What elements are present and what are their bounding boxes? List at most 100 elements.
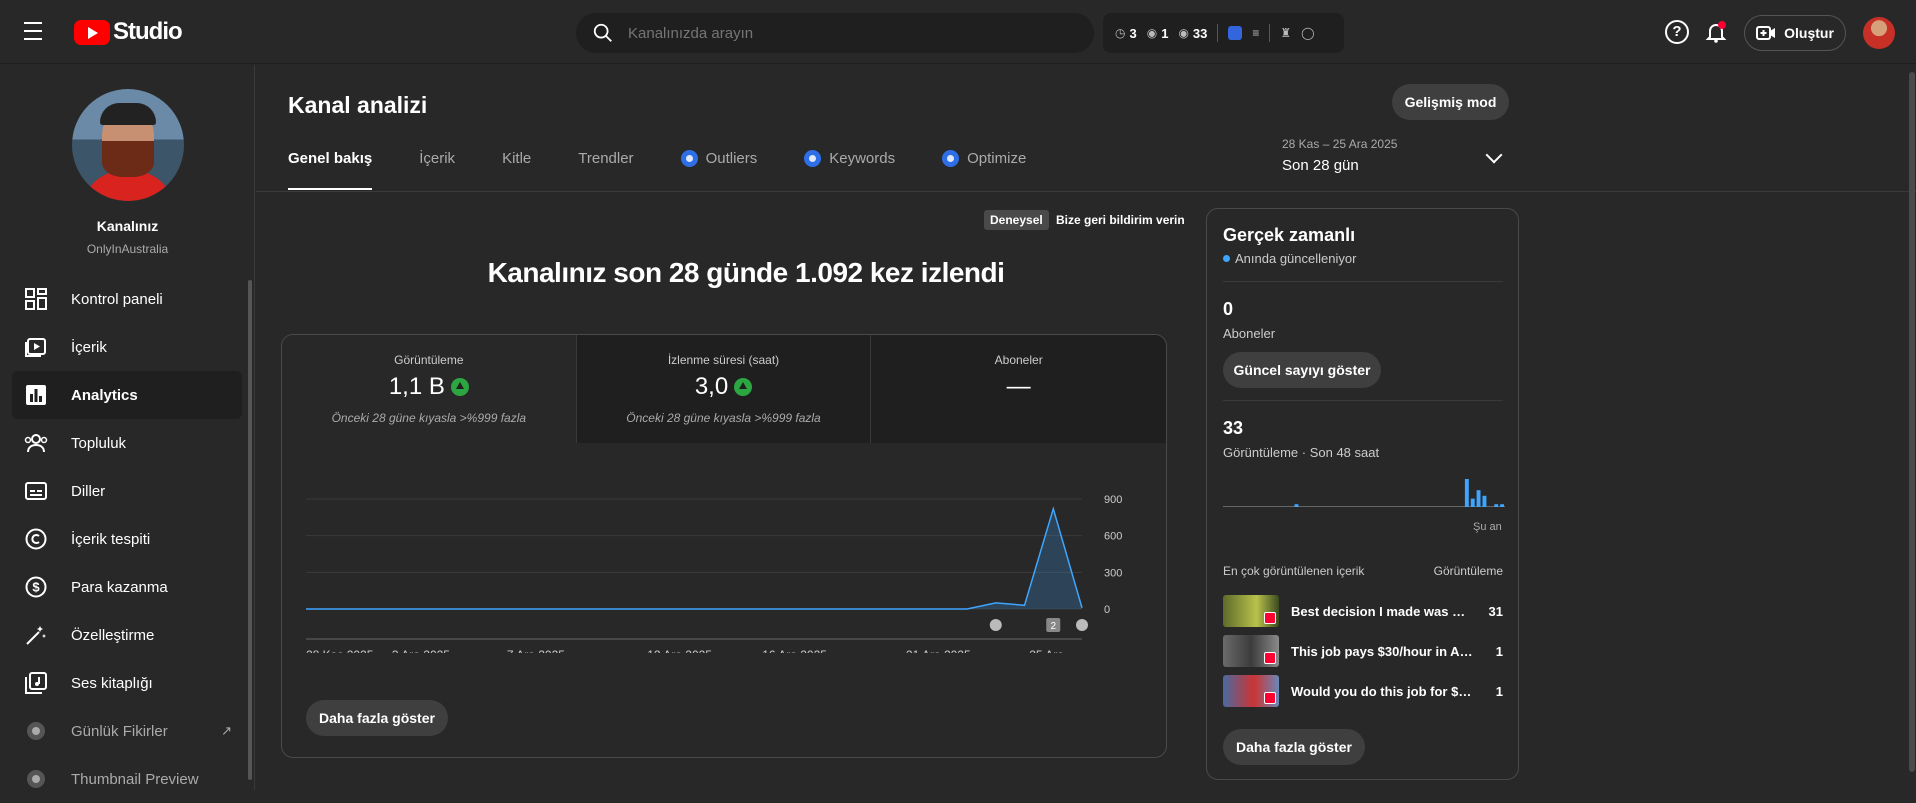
series-area	[306, 508, 1082, 609]
video-thumbnail	[1223, 635, 1279, 667]
show-more-button[interactable]: Daha fazla göster	[306, 700, 448, 736]
show-more-button[interactable]: Daha fazla göster	[1223, 729, 1365, 765]
sidebar-item-content[interactable]: İçerik	[12, 323, 242, 371]
show-live-count-button[interactable]: Güncel sayıyı göster	[1223, 352, 1381, 388]
metric-watch-time[interactable]: İzlenme süresi (saat) 3,0 Önceki 28 güne…	[576, 335, 872, 443]
tab-optimize[interactable]: Optimize	[942, 150, 1026, 190]
realtime-bar	[1464, 479, 1469, 507]
event-marker-label: 2	[1050, 621, 1056, 632]
sidebar-item-content-id[interactable]: İçerik tespiti	[12, 515, 242, 563]
video-views: 1	[1495, 683, 1503, 699]
main-content: Kanal analizi Gelişmiş mod Genel bakış İ…	[256, 65, 1916, 790]
x-tick-label: 12 Ara 2025	[647, 648, 712, 653]
shorts-icon	[1264, 692, 1276, 704]
list-item[interactable]: This job pays $30/hour in Aus... 1	[1223, 635, 1503, 667]
y-tick-label: 600	[1104, 531, 1122, 543]
divider	[1217, 24, 1219, 42]
feedback-link[interactable]: Bize geri bildirim verin	[1056, 213, 1185, 227]
tab-content[interactable]: İçerik	[419, 150, 455, 190]
tab-keywords[interactable]: Keywords	[804, 150, 895, 190]
arrow-up-icon	[450, 378, 469, 396]
realtime-bar	[1470, 498, 1475, 507]
realtime-live: Anında güncelleniyor	[1223, 251, 1356, 266]
account-avatar[interactable]	[1863, 17, 1895, 49]
studio-logo[interactable]: Studio	[74, 18, 183, 46]
help-icon[interactable]: ?	[1665, 20, 1689, 44]
realtime-bar	[1482, 495, 1487, 507]
vidiq-icon[interactable]	[1228, 26, 1243, 40]
page-scrollbar[interactable]	[1909, 72, 1915, 772]
metric-label: İzlenme süresi (saat)	[667, 353, 780, 367]
list-item[interactable]: Best decision I made was Fl... 31	[1223, 595, 1503, 627]
tab-audience[interactable]: Kitle	[502, 150, 531, 190]
video-views: 1	[1495, 643, 1503, 659]
sidebar-item-dashboard[interactable]: Kontrol paneli	[12, 275, 242, 323]
sidebar-item-label: Ses kitaplığı	[71, 674, 153, 692]
x-tick-label: 21 Ara 2025	[906, 648, 971, 653]
metric-subscribers[interactable]: Aboneler —	[871, 335, 1166, 443]
realtime-bar	[1294, 504, 1299, 507]
list-icon[interactable]: ≡	[1252, 26, 1259, 40]
search-input[interactable]	[628, 24, 1028, 42]
tab-overview[interactable]: Genel bakış	[288, 150, 373, 190]
metric-views[interactable]: Görüntüleme 1,1 B Önceki 28 güne kıyasla…	[282, 335, 577, 443]
chevron-down-icon[interactable]	[1485, 146, 1503, 164]
date-range-picker[interactable]: 28 Kas – 25 Ara 2025 Son 28 gün	[1282, 137, 1397, 174]
vidiq-toolbar: ◷ 3 ◉ 1 ◉ 33 ≡ ♜ ◯	[1103, 13, 1344, 53]
menu-icon[interactable]	[24, 22, 52, 42]
realtime-bar	[1476, 490, 1481, 507]
sidebar-item-label: Özelleştirme	[71, 626, 155, 644]
channel-handle: OnlyInAustralia	[86, 242, 169, 256]
sidebar-item-customization[interactable]: Özelleştirme	[12, 611, 242, 659]
sidebar-item-languages[interactable]: Diller	[12, 467, 242, 515]
list-item[interactable]: Would you do this job for $28... 1	[1223, 675, 1503, 707]
tab-label: Outliers	[705, 150, 758, 167]
sidebar-scrollbar[interactable]	[248, 280, 252, 780]
sidebar-item-analytics[interactable]: Analytics	[12, 371, 242, 419]
page-title: Kanal analizi	[288, 92, 428, 118]
trophy-icon[interactable]: ♜	[1280, 26, 1291, 40]
tab-trends[interactable]: Trendler	[578, 150, 633, 190]
now-label: Şu an	[1473, 521, 1502, 533]
dashboard-icon	[24, 287, 48, 311]
sidebar-item-label: Kontrol paneli	[71, 290, 163, 308]
overview-card: Görüntüleme 1,1 B Önceki 28 güne kıyasla…	[281, 334, 1167, 758]
tab-label: Kitle	[502, 150, 532, 167]
customization-icon	[24, 623, 48, 647]
metric-value: —	[1006, 373, 1031, 400]
community-icon	[24, 431, 48, 455]
sidebar-item-audio-library[interactable]: Ses kitaplığı	[12, 659, 242, 707]
notifications-icon[interactable]	[1704, 20, 1728, 44]
sidebar-item-daily-ideas[interactable]: Günlük Fikirler ↗	[12, 707, 242, 755]
realtime-subscribers-value: 0	[1223, 299, 1234, 319]
youtube-play-icon	[74, 19, 110, 45]
x-tick-label: 7 Ara 2025	[507, 648, 565, 653]
sidebar-item-monetization[interactable]: $ Para kazanma	[12, 563, 242, 611]
chat-icon[interactable]: ◯	[1301, 26, 1314, 40]
realtime-views-label: Görüntüleme · Son 48 saat	[1223, 445, 1380, 460]
channel-avatar[interactable]	[72, 89, 184, 201]
x-tick-label: 25 Ara ...	[1029, 648, 1077, 653]
x-tick-label: 16 Ara 2025	[762, 648, 827, 653]
realtime-card: Gerçek zamanlı Anında güncelleniyor 0 Ab…	[1206, 208, 1519, 780]
metric-value: 1,1 B	[388, 373, 445, 400]
eye-icon: ◉	[1146, 26, 1158, 40]
sidebar-item-community[interactable]: Topluluk	[12, 419, 242, 467]
analytics-tabs: Genel bakış İçerik Kitle Trendler Outlie…	[288, 150, 1073, 190]
search-bar[interactable]	[576, 13, 1094, 53]
sidebar-item-thumbnail-preview[interactable]: Thumbnail Preview	[12, 755, 242, 803]
live-dot-icon	[1223, 255, 1230, 262]
realtime-bar-chart	[1223, 479, 1505, 507]
video-thumbnail	[1223, 675, 1279, 707]
divider	[1223, 400, 1503, 401]
create-button[interactable]: Oluştur	[1744, 15, 1846, 51]
top-content-title: En çok görüntülenen içerik	[1223, 564, 1365, 578]
advanced-mode-button[interactable]: Gelişmiş mod	[1392, 84, 1509, 120]
analytics-icon	[24, 383, 48, 407]
channel-name: Kanalınız	[96, 218, 159, 234]
tab-outliers[interactable]: Outliers	[680, 150, 758, 190]
realtime-title: Gerçek zamanlı	[1223, 225, 1356, 245]
tab-label: Genel bakış	[288, 150, 373, 167]
video-add-icon	[1756, 26, 1776, 40]
experimental-badge: Deneysel	[984, 210, 1049, 230]
